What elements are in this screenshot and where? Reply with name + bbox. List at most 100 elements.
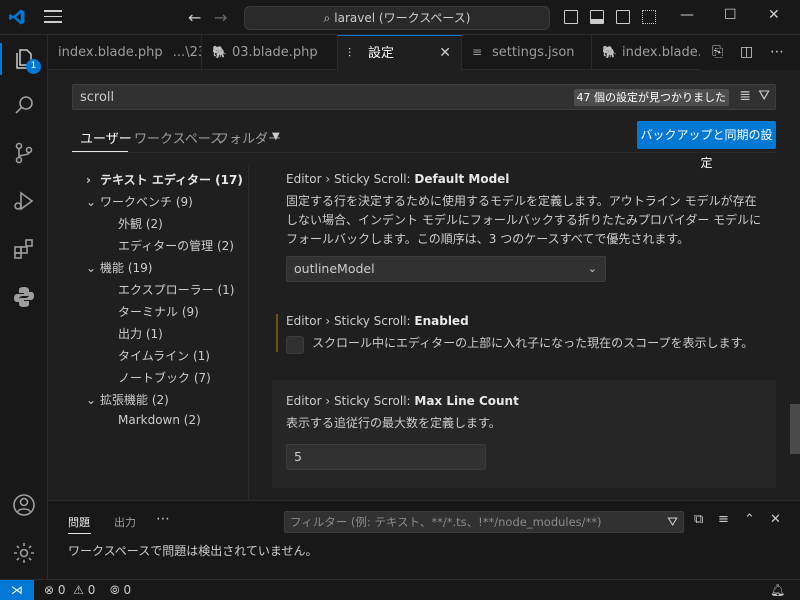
remote-icon[interactable]: ⋊	[0, 580, 34, 600]
toc-item-features[interactable]: ⌄ 機能 (19)	[86, 259, 152, 276]
problems-filter-input[interactable]: フィルター (例: テキスト、**/*.ts、!**/node_modules/…	[284, 511, 684, 533]
tab-label: settings.json	[492, 45, 575, 60]
tab-label: 設定	[368, 46, 395, 61]
menu-icon[interactable]	[44, 10, 62, 24]
toc-item-explorer[interactable]: エクスプローラー (1)	[118, 281, 234, 298]
settings-sliders-icon: ⫶	[348, 46, 352, 60]
close-window-icon[interactable]: ✕	[768, 7, 780, 23]
error-count: 0	[57, 583, 66, 597]
source-control-icon[interactable]	[12, 141, 36, 165]
tab-index-blade-1[interactable]: index.blade.php ...\23	[48, 35, 202, 70]
modified-indicator	[276, 314, 278, 352]
active-indicator	[0, 43, 2, 75]
ports-antenna-icon: ⦾	[110, 583, 120, 597]
editor-tab-bar: index.blade.php ...\23 🐘 03.blade.php ⫶ 設定…	[48, 35, 800, 70]
close-tab-icon[interactable]: ✕	[439, 36, 451, 70]
maximize-icon[interactable]: ☐	[724, 7, 737, 23]
explorer-badge: 1	[26, 59, 41, 74]
toggle-primary-sidebar-icon[interactable]	[564, 10, 578, 24]
enabled-checkbox[interactable]	[286, 336, 304, 354]
problems-message: ワークスペースで問題は検出されていません。	[68, 544, 318, 558]
toc-item-markdown[interactable]: Markdown (2)	[118, 413, 201, 427]
default-model-select[interactable]: outlineModel ⌄	[286, 256, 606, 282]
settings-toc: › テキスト エディター (17) ⌄ ワークベンチ (9) 外観 (2) エディタ…	[48, 166, 249, 500]
max-line-count-input[interactable]: 5	[286, 444, 486, 470]
warning-icon: ⚠	[73, 583, 84, 597]
more-views-icon[interactable]: ⋯	[156, 511, 170, 527]
error-icon: ⊗	[44, 583, 55, 597]
settings-scrollbar-thumb[interactable]	[790, 404, 800, 454]
more-actions-icon[interactable]: ⋯	[770, 44, 784, 60]
toc-item-appearance[interactable]: 外観 (2)	[118, 215, 163, 232]
toc-item-output[interactable]: 出力 (1)	[118, 325, 163, 342]
tab-workspace-scope[interactable]: ワークスペース	[134, 128, 223, 147]
setting-sticky-scroll-enabled: Editor › Sticky Scroll: Enabled スクロール中にエ…	[272, 314, 776, 364]
warning-count: 0	[87, 583, 96, 597]
toggle-secondary-sidebar-icon[interactable]	[616, 10, 630, 24]
tab-03-blade[interactable]: 🐘 03.blade.php	[202, 35, 338, 70]
setting-name: Enabled	[414, 314, 469, 328]
ports-count: 0	[123, 583, 132, 597]
toc-item-editor-management[interactable]: エディターの管理 (2)	[118, 237, 234, 254]
forward-arrow-icon[interactable]: →	[214, 8, 227, 27]
customize-layout-icon[interactable]	[642, 10, 656, 24]
tab-description: ...\23	[172, 45, 201, 60]
setting-category: Editor › Sticky Scroll:	[286, 394, 415, 408]
toc-item-notebook[interactable]: ノートブック (7)	[118, 369, 211, 386]
toc-item-workbench[interactable]: ⌄ ワークベンチ (9)	[86, 193, 193, 210]
toc-label: テキスト エディター (17)	[100, 173, 243, 187]
active-scope-underline	[72, 151, 128, 152]
backup-sync-button[interactable]: バックアップと同期の設定	[637, 121, 776, 170]
split-editor-icon[interactable]: ◫	[740, 44, 753, 60]
editor-actions: ⎘ ◫ ⋯	[700, 35, 800, 70]
toc-item-terminal[interactable]: ターミナル (9)	[118, 303, 199, 320]
command-center-search[interactable]: ⌕ laravel (ワークスペース)	[244, 6, 550, 30]
toc-item-extensions[interactable]: ⌄ 拡張機能 (2)	[86, 391, 169, 408]
filter-icon[interactable]: ⛛	[667, 513, 678, 533]
run-debug-icon[interactable]	[12, 189, 36, 213]
chevron-down-icon: ⌄	[86, 195, 97, 209]
tab-label: index.blade.php	[622, 45, 711, 60]
setting-name: Max Line Count	[414, 394, 519, 408]
search-icon[interactable]	[12, 93, 36, 117]
tab-output[interactable]: 出力	[114, 514, 136, 530]
tab-settings[interactable]: ⫶ 設定 ✕	[338, 35, 462, 70]
ports-status[interactable]: ⦾ 0	[110, 583, 131, 598]
extensions-icon[interactable]	[12, 237, 36, 261]
tab-settings-json[interactable]: ≡ settings.json	[462, 35, 592, 70]
toc-item-timeline[interactable]: タイムライン (1)	[118, 347, 210, 364]
tab-problems[interactable]: 問題	[68, 514, 90, 530]
tab-index-blade-2[interactable]: 🐘 index.blade.php	[592, 35, 712, 70]
scope-divider	[72, 152, 776, 153]
maximize-panel-icon[interactable]: ⌃	[744, 512, 755, 527]
errors-status[interactable]: ⊗ 0 ⚠ 0	[44, 583, 95, 597]
setting-title: Editor › Sticky Scroll: Default Model	[286, 172, 509, 186]
clear-filter-icon[interactable]: ≣	[739, 88, 751, 104]
vscode-logo-icon	[9, 9, 25, 25]
settings-search-input[interactable]: scroll 47 個の設定が見つかりました ≣ ⛛	[72, 84, 776, 110]
account-icon[interactable]	[12, 493, 36, 517]
view-as-list-icon[interactable]: ≡	[718, 512, 729, 527]
tab-user-scope[interactable]: ユーザー	[80, 128, 132, 147]
toggle-panel-icon[interactable]	[590, 10, 604, 24]
chevron-down-icon: ⌄	[587, 262, 597, 275]
filter-icon[interactable]: ⛛	[758, 88, 770, 104]
folder-dropdown-icon[interactable]: ▼	[272, 131, 280, 142]
setting-description: スクロール中にエディターの上部に入れ子になった現在のスコープを表示します。	[312, 336, 754, 350]
open-settings-json-icon[interactable]: ⎘	[712, 44, 723, 60]
setting-description: 表示する追従行の最大数を定義します。	[286, 416, 501, 430]
collapse-all-icon[interactable]: ⧉	[694, 512, 703, 527]
blade-file-icon: 🐘	[212, 45, 227, 59]
toc-item-text-editor[interactable]: › テキスト エディター (17)	[86, 171, 243, 188]
python-icon[interactable]	[12, 285, 36, 309]
manage-gear-icon[interactable]	[12, 541, 36, 565]
back-arrow-icon[interactable]: ←	[188, 8, 201, 27]
settings-editor: scroll 47 個の設定が見つかりました ≣ ⛛ ユーザー ワークスペース …	[48, 70, 800, 500]
filter-placeholder: フィルター (例: テキスト、**/*.ts、!**/node_modules/…	[290, 515, 602, 529]
active-panel-underline	[68, 533, 91, 534]
minimize-icon[interactable]: —	[680, 7, 694, 23]
close-panel-icon[interactable]: ✕	[770, 512, 781, 527]
notifications-bell-icon[interactable]: 🔔︎	[770, 583, 785, 597]
activity-bar: 1	[0, 35, 48, 579]
bottom-panel: 問題 出力 ⋯ フィルター (例: テキスト、**/*.ts、!**/node_…	[48, 500, 800, 579]
